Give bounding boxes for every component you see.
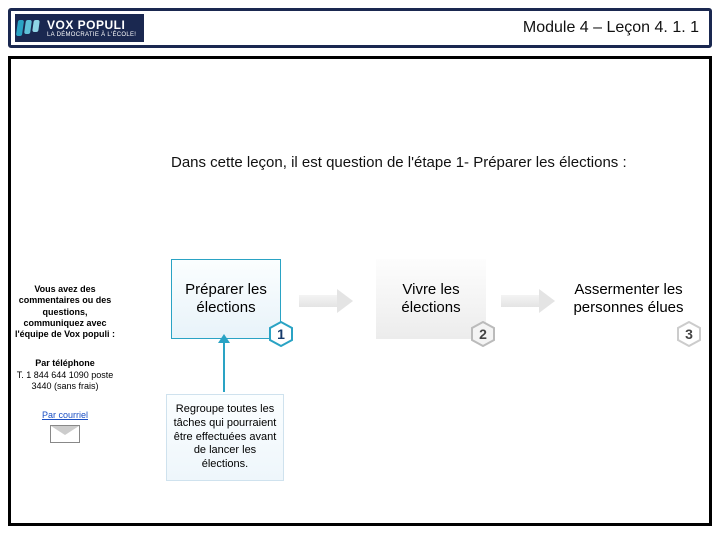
connector-arrow-icon [223,342,225,392]
logo-tagline: LA DÉMOCRATIE À L'ÉCOLE! [47,32,136,38]
step-3-label: Assermenter les personnes élues [572,281,685,317]
step-3-badge: 3 [677,321,701,347]
step-2-box: Vivre les élections [376,259,486,339]
step-3-box: Assermenter les personnes élues [566,254,691,344]
step-1-badge: 1 [269,321,293,347]
logo-name: VOX POPULI [47,18,136,32]
email-link[interactable]: Par courriel [42,410,88,420]
logo: VOX POPULI LA DÉMOCRATIE À L'ÉCOLE! [15,14,144,42]
contact-intro: Vous avez des commentaires ou des questi… [15,284,115,340]
email-block: Par courriel [15,410,115,443]
logo-text-wrap: VOX POPULI LA DÉMOCRATIE À L'ÉCOLE! [47,18,136,38]
step-2-label: Vivre les élections [382,281,480,317]
main-frame: Dans cette leçon, il est question de l'é… [8,56,712,526]
step-1-label: Préparer les élections [178,281,274,317]
page-title: Module 4 – Leçon 4. 1. 1 [523,19,699,37]
lesson-intro: Dans cette leçon, il est question de l'é… [171,154,627,171]
phone-number: T. 1 844 644 1090 poste 3440 (sans frais… [15,370,115,393]
arrow-icon [299,292,354,310]
step-2-num: 2 [479,326,487,342]
phone-label: Par téléphone [15,358,115,369]
step-1-detail: Regroupe toutes les tâches qui pourraien… [166,394,284,481]
arrow-icon [501,292,556,310]
mail-icon[interactable] [50,425,80,443]
phone-block: Par téléphone T. 1 844 644 1090 poste 34… [15,358,115,392]
sidebar: Vous avez des commentaires ou des questi… [15,284,115,461]
step-3-num: 3 [685,326,693,342]
step-2-badge: 2 [471,321,495,347]
header-bar: VOX POPULI LA DÉMOCRATIE À L'ÉCOLE! Modu… [8,8,712,48]
step-1-num: 1 [277,326,285,342]
step-1-box: Préparer les élections [171,259,281,339]
logo-icon [17,20,41,36]
